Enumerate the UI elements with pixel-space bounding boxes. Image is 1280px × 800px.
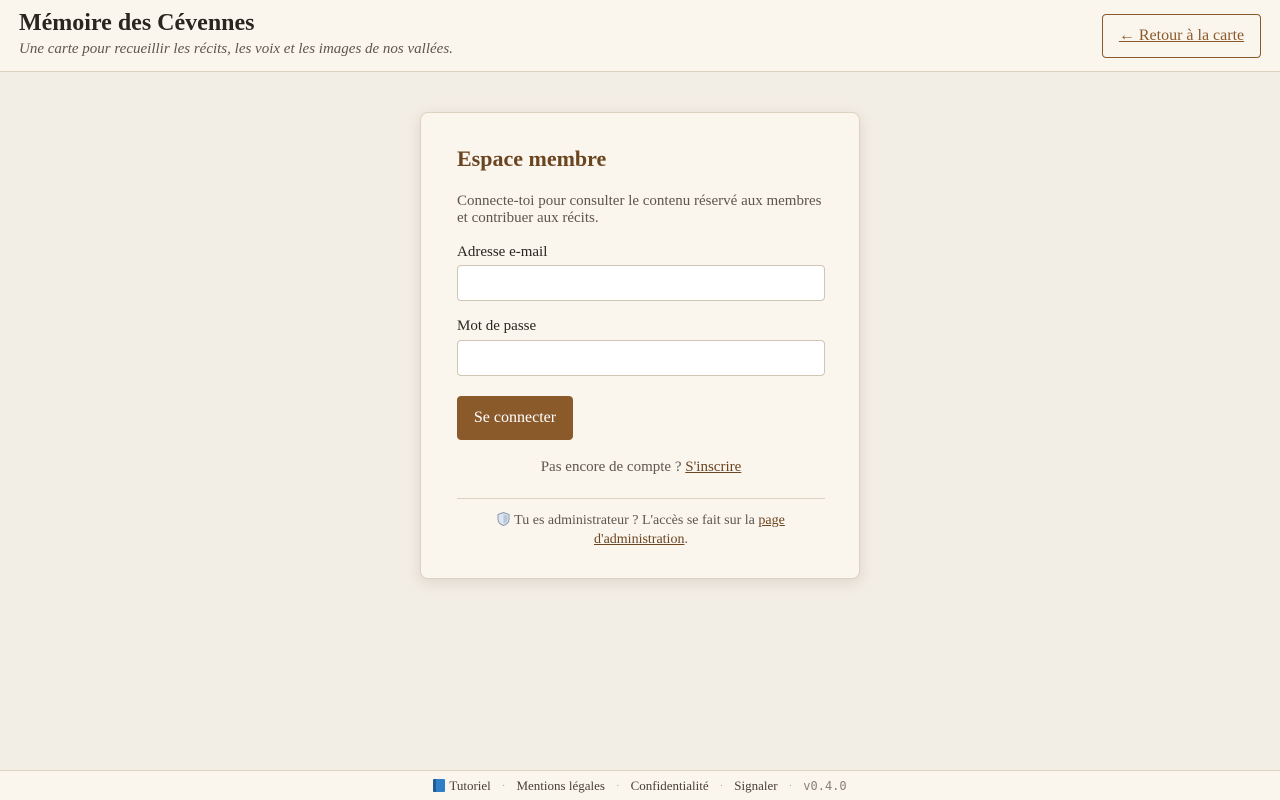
site-subtitle: Une carte pour recueillir les récits, le… bbox=[19, 41, 453, 57]
back-to-map-button[interactable]: ← Retour à la carte bbox=[1102, 14, 1261, 58]
email-label: Adresse e-mail bbox=[457, 244, 548, 260]
shield-icon bbox=[497, 511, 510, 531]
login-title: Espace membre bbox=[457, 146, 607, 171]
signup-link[interactable]: S'inscrire bbox=[685, 459, 741, 475]
footer-privacy-link[interactable]: Confidentialité bbox=[631, 778, 709, 794]
admin-note: Tu es administrateur ? L'accès se fait s… bbox=[481, 511, 801, 548]
admin-text: Tu es administrateur ? L'accès se fait s… bbox=[514, 513, 755, 528]
footer-separator: · bbox=[501, 779, 506, 792]
divider bbox=[457, 498, 825, 499]
footer-tutorial-label: Tutoriel bbox=[449, 777, 491, 793]
footer-report-link[interactable]: Signaler bbox=[734, 778, 777, 794]
site-title: Mémoire des Cévennes bbox=[19, 10, 255, 36]
login-button[interactable]: Se connecter bbox=[457, 396, 573, 440]
version-label: v0.4.0 bbox=[803, 778, 847, 793]
email-field[interactable] bbox=[457, 265, 825, 301]
site-footer: Tutoriel · Mentions légales · Confidenti… bbox=[0, 770, 1280, 800]
footer-tutorial-link[interactable]: Tutoriel bbox=[433, 777, 491, 794]
password-field[interactable] bbox=[457, 340, 825, 376]
footer-separator: · bbox=[615, 779, 620, 792]
admin-text-end: . bbox=[684, 532, 688, 547]
footer-separator: · bbox=[788, 779, 793, 792]
book-icon bbox=[433, 778, 446, 792]
signup-prompt: Pas encore de compte ? bbox=[540, 459, 682, 475]
footer-legal-link[interactable]: Mentions légales bbox=[516, 778, 604, 794]
site-header: Mémoire des Cévennes Une carte pour recu… bbox=[0, 0, 1280, 72]
signup-row: Pas encore de compte ? S'inscrire bbox=[421, 459, 861, 476]
login-description: Connecte-toi pour consulter le contenu r… bbox=[457, 193, 822, 226]
login-card: Espace membre Connecte-toi pour consulte… bbox=[420, 112, 860, 579]
password-label: Mot de passe bbox=[457, 318, 537, 334]
footer-separator: · bbox=[719, 779, 724, 792]
